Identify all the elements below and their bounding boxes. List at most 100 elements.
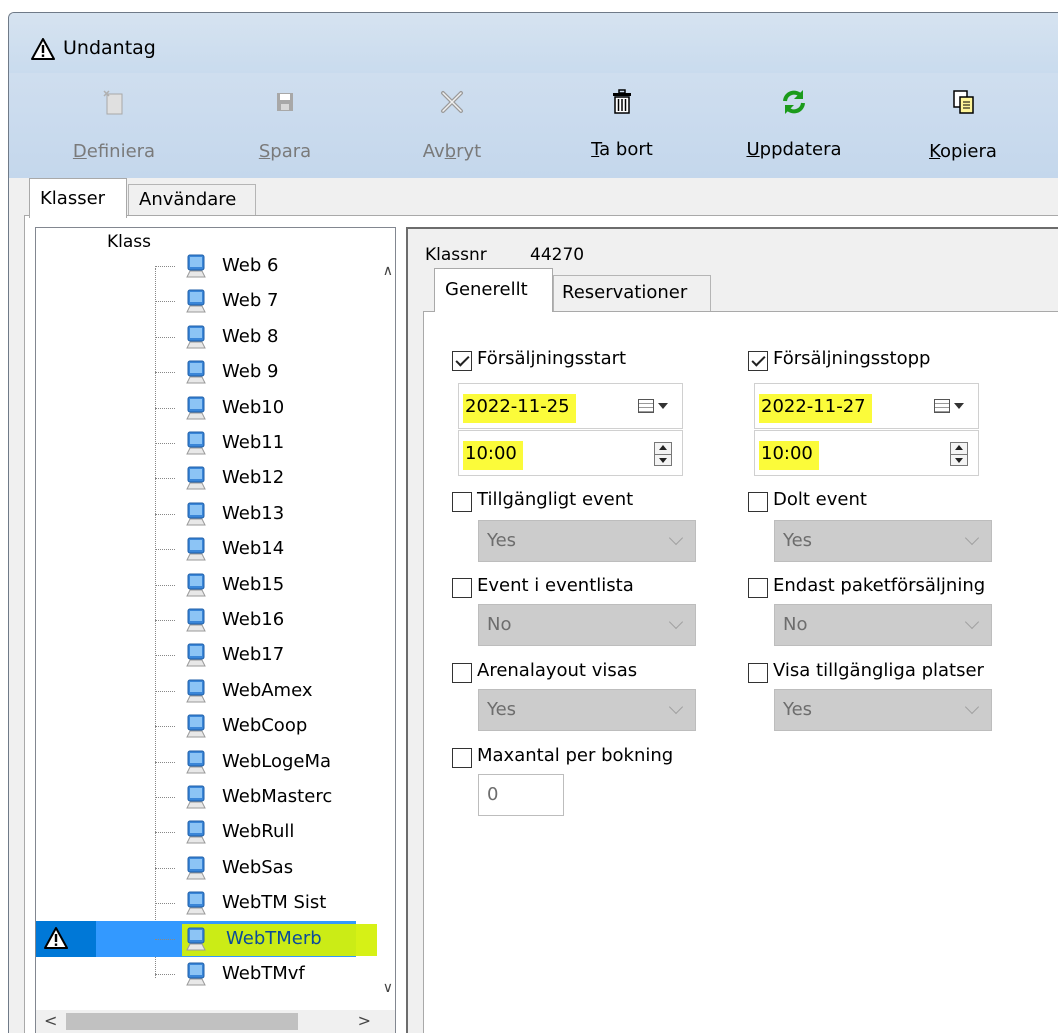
tree-item[interactable]: WebTM Sist (36, 885, 356, 921)
tree-connector (155, 620, 175, 621)
scroll-down-icon[interactable]: ∨ (383, 980, 393, 996)
computer-icon (186, 785, 206, 809)
tree-item[interactable]: Web 7 (36, 283, 356, 319)
scroll-right-icon[interactable]: > (358, 1011, 371, 1030)
tree-item-label: WebMasterc (222, 786, 333, 807)
tillgangligt-event-label: Tillgängligt event (477, 489, 634, 510)
tree-item[interactable]: Web10 (36, 390, 356, 426)
dolt-event-checkbox[interactable] (748, 492, 768, 512)
tree-item[interactable]: Web14 (36, 531, 356, 567)
tree-item[interactable]: Web 6 (36, 248, 356, 284)
arenalayout-visas-label: Arenalayout visas (477, 660, 638, 681)
endast-paketforsaljning-checkbox[interactable] (748, 578, 768, 598)
tree-item[interactable]: WebCoop (36, 708, 356, 744)
computer-icon (186, 466, 206, 490)
forsaljningsstart-date-value: 2022-11-25 (463, 394, 576, 423)
forsaljningsstart-time-value: 10:00 (463, 441, 523, 470)
save-icon (277, 93, 293, 111)
calendar-icon[interactable] (638, 399, 654, 413)
tree-item[interactable]: Web 9 (36, 354, 356, 390)
forsaljningsstart-time-field[interactable]: 10:00 (458, 430, 683, 476)
computer-icon (186, 927, 206, 951)
dropdown-arrow-icon[interactable] (658, 403, 668, 409)
tree-item[interactable]: WebSas (36, 850, 356, 886)
tree-connector (155, 690, 175, 692)
maxantal-per-bokning-input[interactable]: 0 (478, 774, 564, 816)
event-i-eventlista-checkbox[interactable] (452, 578, 472, 598)
cancel-icon (441, 91, 463, 113)
tree-item-label: Web 9 (222, 361, 279, 383)
tree-vertical-scrollbar[interactable] (377, 258, 395, 1008)
tab-generellt[interactable]: Generellt (434, 268, 553, 312)
tree-item-label: Web12 (222, 467, 285, 489)
tree-connector (155, 797, 175, 798)
tree-item[interactable]: Web13 (36, 496, 356, 532)
save-button[interactable]: Spara (215, 73, 355, 178)
tree-item-selected[interactable]: WebTMerb (36, 920, 378, 957)
tree-item[interactable]: WebAmex (36, 673, 356, 709)
tree-connector (155, 867, 175, 869)
tree-item[interactable]: Web 8 (36, 319, 356, 355)
class-tree[interactable]: Klass Web 6 Web 7 Web 8 Web 9 Web10 Web11 Web1… (35, 227, 396, 1033)
tree-connector (155, 974, 175, 975)
chevron-down-icon (668, 699, 684, 715)
warning-icon (44, 926, 68, 949)
tree-item[interactable]: Web11 (36, 425, 356, 461)
tab-klasser[interactable]: Klasser (29, 178, 127, 218)
copy-button[interactable]: Kopiera (893, 73, 1033, 178)
tree-connector (155, 443, 175, 444)
tree-item[interactable]: Web12 (36, 460, 356, 496)
visa-tillgangliga-platser-select[interactable]: Yes (774, 689, 992, 731)
tab-reservationer[interactable]: Reservationer (553, 275, 711, 312)
scroll-thumb[interactable] (66, 1013, 298, 1030)
tree-horizontal-scrollbar[interactable]: < > (36, 1010, 395, 1033)
tree-item[interactable]: Web17 (36, 637, 356, 673)
event-i-eventlista-select[interactable]: No (478, 604, 696, 646)
dolt-event-select[interactable]: Yes (774, 520, 992, 562)
time-spinner[interactable] (654, 442, 672, 466)
tree-item[interactable]: WebLogeMa (36, 744, 356, 780)
tree-item-label: Web17 (222, 644, 285, 666)
delete-button[interactable]: Ta bort (552, 73, 692, 178)
tree-item[interactable]: WebMasterc (36, 779, 356, 815)
endast-paketforsaljning-select[interactable]: No (774, 604, 992, 646)
forsaljningsstopp-checkbox[interactable] (748, 351, 768, 371)
forsaljningsstart-checkbox[interactable] (452, 351, 472, 371)
maxantal-per-bokning-label: Maxantal per bokning (477, 745, 674, 766)
tillgangligt-event-checkbox[interactable] (452, 492, 472, 512)
tab-anvandare[interactable]: Användare (128, 184, 256, 217)
cancel-button[interactable]: Avbryt (382, 73, 522, 178)
time-spinner[interactable] (950, 442, 968, 466)
scroll-left-icon[interactable]: < (44, 1011, 57, 1030)
forsaljningsstopp-date-picker[interactable]: 2022-11-27 (754, 383, 979, 429)
refresh-button[interactable]: Uppdatera (724, 73, 864, 178)
forsaljningsstart-date-picker[interactable]: 2022-11-25 (458, 383, 683, 429)
dropdown-arrow-icon[interactable] (954, 403, 964, 409)
chevron-down-icon (668, 530, 684, 546)
tillgangligt-event-select[interactable]: Yes (478, 520, 696, 562)
tree-item[interactable]: WebTMvf (36, 956, 356, 992)
forsaljningsstopp-time-field[interactable]: 10:00 (754, 430, 979, 476)
arenalayout-visas-checkbox[interactable] (452, 663, 472, 683)
calendar-icon[interactable] (934, 399, 950, 413)
maxantal-per-bokning-checkbox[interactable] (452, 748, 472, 768)
tree-connector (155, 726, 175, 728)
window-title: Undantag (63, 37, 156, 59)
arenalayout-visas-select[interactable]: Yes (478, 689, 696, 731)
computer-icon (186, 856, 206, 880)
tree-item-label: Web 6 (222, 255, 279, 276)
tree-item-label: Web14 (222, 538, 285, 560)
tree-item[interactable]: WebRull (36, 814, 356, 850)
define-button[interactable]: Definiera (44, 73, 184, 178)
computer-icon (186, 573, 206, 597)
chevron-down-icon (964, 699, 980, 715)
klasser-tab-page: Klass Web 6 Web 7 Web 8 Web 9 Web10 Web11 Web1… (24, 215, 1058, 1033)
visa-tillgangliga-platser-checkbox[interactable] (748, 663, 768, 683)
scroll-up-icon[interactable]: ∧ (383, 263, 393, 279)
tree-connector (155, 938, 175, 940)
tree-item-label: Web10 (222, 396, 285, 418)
tree-item[interactable]: Web15 (36, 567, 356, 603)
tree-item[interactable]: Web16 (36, 602, 356, 638)
chevron-down-icon (964, 614, 980, 630)
tree-connector (155, 301, 175, 303)
